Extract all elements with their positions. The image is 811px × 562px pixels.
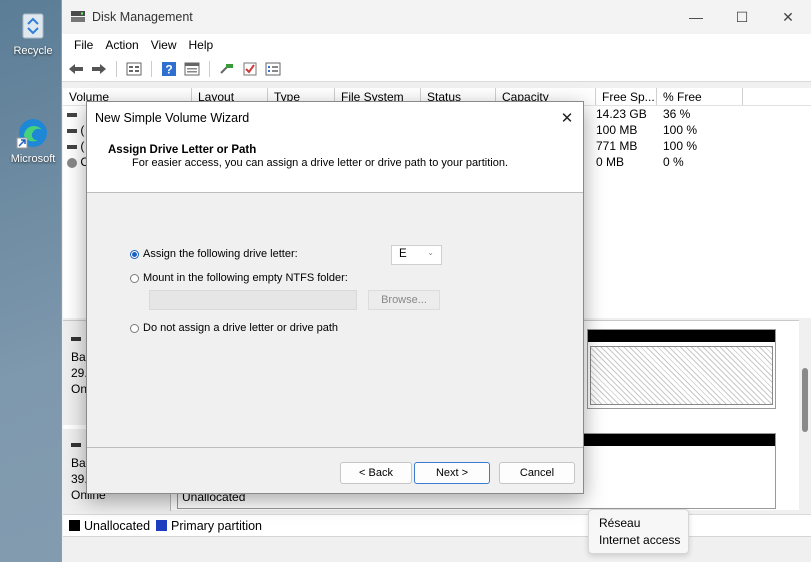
wizard-title-bar[interactable]: New Simple Volume Wizard ✕ [87, 102, 583, 134]
disk-icon [71, 443, 81, 447]
back-arrow-icon[interactable] [66, 60, 86, 78]
legend-primary: Primary partition [171, 518, 263, 533]
disk-icon [71, 337, 81, 341]
edge-browser-icon [16, 119, 47, 149]
minimize-button[interactable]: — [673, 0, 719, 34]
ntfs-folder-path-input[interactable] [149, 290, 357, 310]
title-bar[interactable]: Disk Management — ☐ ✕ [62, 0, 811, 34]
percent-free-cell: 0 % [663, 155, 684, 169]
percent-free-cell: 36 % [663, 107, 691, 121]
new-simple-volume-wizard: New Simple Volume Wizard ✕ Assign Drive … [86, 101, 584, 494]
settings-list-icon[interactable] [263, 60, 283, 78]
wizard-heading: Assign Drive Letter or Path [108, 144, 257, 156]
selected-drive-letter: E [399, 248, 407, 260]
legend-unallocated: Unallocated [84, 518, 151, 533]
disk-list-icon[interactable] [124, 60, 144, 78]
radio-mount-ntfs-folder[interactable]: Mount in the following empty NTFS folder… [130, 272, 348, 284]
radio-no-drive-letter[interactable]: Do not assign a drive letter or drive pa… [130, 322, 338, 334]
close-button[interactable]: ✕ [765, 0, 811, 34]
cancel-button[interactable]: Cancel [499, 462, 575, 484]
column-percent-free[interactable]: % Free [657, 88, 743, 105]
menu-view[interactable]: View [145, 38, 183, 52]
menu-bar: File Action View Help [62, 34, 811, 56]
wizard-title: New Simple Volume Wizard [95, 111, 250, 125]
properties-icon[interactable] [182, 60, 202, 78]
desktop-icon-recycle-bin[interactable]: Recycle [2, 8, 64, 57]
help-icon[interactable]: ? [159, 60, 179, 78]
partition-bar [588, 330, 775, 342]
network-name: Réseau [599, 516, 641, 530]
free-space-cell: 771 MB [596, 139, 638, 153]
legend: Unallocated Primary partition [63, 514, 811, 536]
back-button[interactable]: < Back [340, 462, 412, 484]
free-space-cell: 100 MB [596, 123, 638, 137]
menu-action[interactable]: Action [99, 38, 144, 52]
next-button[interactable]: Next > [414, 462, 490, 484]
recycle-bin-icon [22, 13, 44, 39]
maximize-button[interactable]: ☐ [719, 0, 765, 34]
desktop-icon-edge[interactable]: Microsoft [2, 116, 64, 165]
radio-label: Assign the following drive letter: [143, 248, 298, 260]
radio-label: Do not assign a drive letter or drive pa… [143, 322, 339, 334]
menu-file[interactable]: File [68, 38, 99, 52]
column-free-space[interactable]: Free Sp... [596, 88, 657, 105]
wizard-footer: < Back Next > Cancel [87, 447, 583, 493]
toolbar: ? [62, 56, 811, 82]
window-title: Disk Management [92, 10, 193, 24]
checklist-icon[interactable] [240, 60, 260, 78]
disk-management-icon [71, 11, 85, 22]
free-space-cell: 14.23 GB [596, 107, 647, 121]
percent-free-cell: 100 % [663, 123, 698, 137]
wizard-body: Assign the following drive letter: E ⌄ M… [87, 193, 583, 449]
radio-unselected-icon[interactable] [130, 323, 139, 333]
wizard-header: Assign Drive Letter or Path For easier a… [87, 134, 583, 193]
svg-text:?: ? [165, 62, 172, 76]
percent-free-cell: 100 % [663, 139, 698, 153]
scrollbar-thumb[interactable] [802, 368, 808, 432]
graph-scrollbar[interactable] [799, 320, 811, 510]
radio-unselected-icon[interactable] [130, 273, 139, 283]
browse-button[interactable]: Browse... [368, 290, 440, 310]
chevron-down-icon: ⌄ [427, 248, 434, 257]
wizard-close-button[interactable]: ✕ [551, 109, 583, 127]
radio-selected-icon[interactable] [130, 249, 139, 259]
disk-0-unallocated-partition[interactable] [587, 329, 776, 409]
radio-assign-drive-letter[interactable]: Assign the following drive letter: [130, 248, 298, 260]
desktop-icon-label: Microsoft [10, 153, 56, 165]
connect-icon[interactable] [217, 60, 237, 78]
status-bar [63, 536, 811, 562]
menu-help[interactable]: Help [183, 38, 220, 52]
desktop-icon-label: Recycle [13, 45, 53, 57]
free-space-cell: 0 MB [596, 155, 625, 169]
network-tooltip: Réseau Internet access [588, 509, 689, 554]
toolbar-divider [209, 60, 210, 77]
forward-arrow-icon[interactable] [89, 60, 109, 78]
legend-swatch-primary [156, 520, 168, 531]
drive-letter-select[interactable]: E ⌄ [391, 245, 442, 265]
toolbar-divider [116, 60, 117, 77]
wizard-subheading: For easier access, you can assign a driv… [132, 157, 509, 169]
radio-label: Mount in the following empty NTFS folder… [143, 272, 348, 284]
legend-swatch-unallocated [69, 520, 80, 531]
network-status: Internet access [599, 533, 681, 547]
partition-selected-hatch [590, 346, 773, 405]
toolbar-divider [151, 60, 152, 77]
